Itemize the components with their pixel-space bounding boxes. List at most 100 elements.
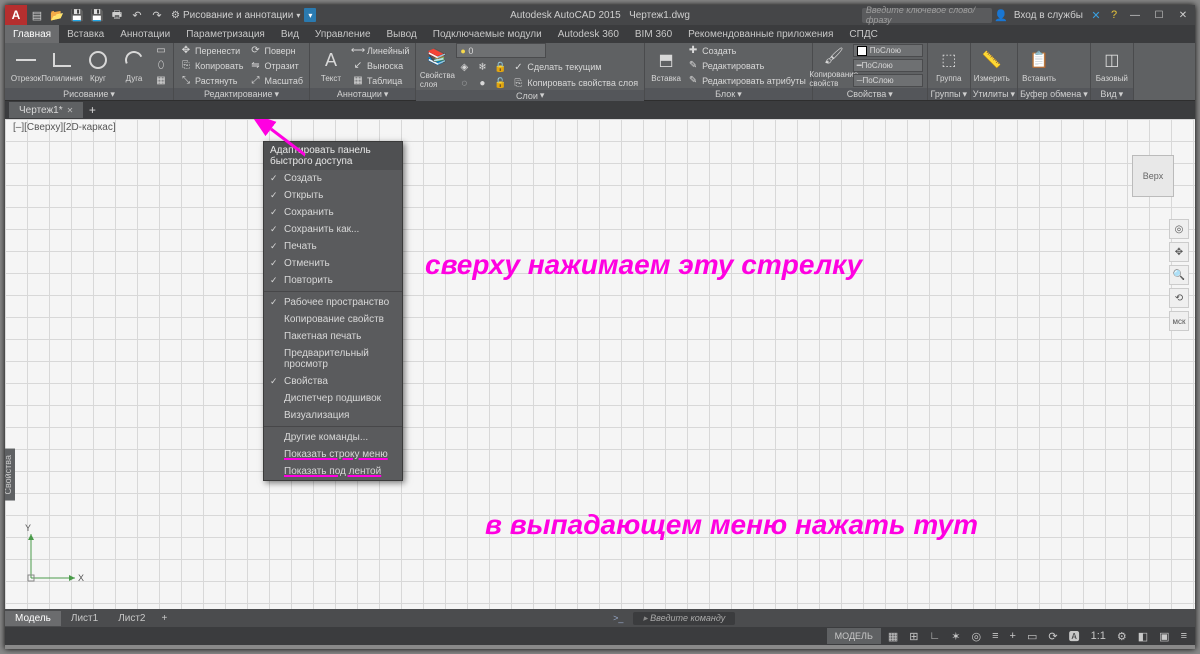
status-dyn-icon[interactable]: + xyxy=(1006,628,1020,644)
tool-paste[interactable]: 📋Вставить xyxy=(1022,48,1056,83)
dropdown-item[interactable]: Показать строку меню xyxy=(264,446,402,463)
chevron-down-icon[interactable]: ▾ xyxy=(110,89,115,100)
status-iso-icon[interactable]: ◧ xyxy=(1134,628,1152,644)
tool-insert-block[interactable]: ⬒Вставка xyxy=(649,48,683,83)
tab-home[interactable]: Главная xyxy=(5,25,59,43)
layout-tab-model[interactable]: Модель xyxy=(5,611,61,626)
layer-off-icon[interactable]: ◌ xyxy=(456,76,472,90)
status-anno-icon[interactable]: 🅰 xyxy=(1065,628,1084,644)
status-gear-icon[interactable]: ⚙ xyxy=(1113,628,1131,644)
dropdown-item[interactable]: Открыть xyxy=(264,187,402,204)
status-cycle-icon[interactable]: ⟳ xyxy=(1044,628,1061,644)
status-osnap-icon[interactable]: ◎ xyxy=(968,628,986,644)
tool-measure[interactable]: 📏Измерить xyxy=(975,48,1009,83)
status-lwt-icon[interactable]: ≡ xyxy=(988,628,1002,644)
tab-view[interactable]: Вид xyxy=(273,25,307,43)
tool-rect-icon[interactable]: ▭ xyxy=(153,44,169,58)
dropdown-item[interactable]: Повторить xyxy=(264,272,402,289)
new-icon[interactable]: ▤ xyxy=(27,5,47,25)
workspace-selector[interactable]: ⚙ Рисование и аннотации ▾ ▾ xyxy=(167,5,320,25)
status-grid-icon[interactable]: ▦ xyxy=(884,628,902,644)
tab-spds[interactable]: СПДС xyxy=(841,25,885,43)
layout-tab-2[interactable]: Лист2 xyxy=(108,611,155,626)
app-logo-icon[interactable]: A xyxy=(5,5,27,25)
tool-rotate[interactable]: ⟳Поверн xyxy=(247,44,305,58)
file-tab[interactable]: Чертеж1*✕ xyxy=(9,102,83,118)
tool-leader[interactable]: ↙Выноска xyxy=(350,59,411,73)
dropdown-item[interactable]: Пакетная печать xyxy=(264,328,402,345)
layer-selector[interactable]: ● 0 xyxy=(456,43,546,58)
search-input[interactable]: Введите ключевое слово/фразу xyxy=(862,8,992,23)
tool-match-props[interactable]: 🖌Копирование свойств xyxy=(817,44,851,88)
layer-iso-icon[interactable]: ◈ xyxy=(456,60,472,74)
tab-bim360[interactable]: BIM 360 xyxy=(627,25,680,43)
lineweight-selector[interactable]: ━ ПоСлою xyxy=(853,59,923,72)
login-label[interactable]: Вход в службы xyxy=(1010,10,1087,21)
tool-line[interactable]: Отрезок xyxy=(9,48,43,83)
tool-circle[interactable]: Круг xyxy=(81,48,115,83)
dropdown-item[interactable]: Копирование свойств xyxy=(264,311,402,328)
chevron-down-icon[interactable]: ▾ xyxy=(275,89,280,100)
viewcube-face[interactable]: Верх xyxy=(1132,155,1174,197)
wcs-label[interactable]: мск xyxy=(1169,311,1189,331)
nav-orbit-icon[interactable]: ⟲ xyxy=(1169,288,1189,308)
color-selector[interactable]: ПоСлою xyxy=(853,44,923,57)
status-model-button[interactable]: МОДЕЛЬ xyxy=(827,628,881,644)
nav-wheel-icon[interactable]: ◎ xyxy=(1169,219,1189,239)
tab-annotate[interactable]: Аннотации xyxy=(112,25,178,43)
tab-parametric[interactable]: Параметризация xyxy=(178,25,273,43)
dropdown-item[interactable]: Печать xyxy=(264,238,402,255)
chevron-down-icon[interactable]: ▾ xyxy=(384,89,389,100)
layout-tab-1[interactable]: Лист1 xyxy=(61,611,108,626)
dropdown-item[interactable]: Показать под лентой xyxy=(264,463,402,480)
chevron-down-icon[interactable]: ▾ xyxy=(540,90,545,101)
viewcube[interactable]: Верх xyxy=(1126,149,1180,203)
dropdown-item[interactable]: Диспетчер подшивок xyxy=(264,390,402,407)
dropdown-item[interactable]: Сохранить как... xyxy=(264,221,402,238)
chevron-down-icon[interactable]: ▾ xyxy=(963,89,968,100)
status-ortho-icon[interactable]: ∟ xyxy=(926,628,945,644)
dropdown-item[interactable]: Другие команды... xyxy=(264,429,402,446)
status-polar-icon[interactable]: ✶ xyxy=(947,628,964,644)
status-customize-icon[interactable]: ≡ xyxy=(1177,628,1191,644)
layer-make-current[interactable]: ✓Сделать текущим xyxy=(510,60,603,74)
layer-match[interactable]: ⎘Копировать свойства слоя xyxy=(510,76,640,90)
tool-dim-linear[interactable]: ⟷Линейный xyxy=(350,44,411,58)
layer-on-icon[interactable]: ● xyxy=(474,76,490,90)
tool-mirror[interactable]: ⇋Отразит xyxy=(247,59,305,73)
dropdown-item[interactable]: Создать xyxy=(264,170,402,187)
close-button[interactable]: ✕ xyxy=(1171,5,1195,25)
dropdown-item[interactable]: Визуализация xyxy=(264,407,402,424)
tool-copy[interactable]: ⎘Копировать xyxy=(178,59,245,73)
tool-block-create[interactable]: ✚Создать xyxy=(685,44,808,58)
add-tab-button[interactable]: + xyxy=(83,102,101,118)
chevron-down-icon[interactable]: ▾ xyxy=(1083,89,1088,100)
tab-insert[interactable]: Вставка xyxy=(59,25,112,43)
add-layout-button[interactable]: + xyxy=(156,613,174,624)
chevron-down-icon[interactable]: ▾ xyxy=(1119,89,1124,100)
saveas-icon[interactable]: 💾 xyxy=(87,5,107,25)
tab-a360[interactable]: Autodesk 360 xyxy=(550,25,627,43)
dropdown-item[interactable]: Предварительный просмотр xyxy=(264,345,402,373)
dropdown-item[interactable]: Отменить xyxy=(264,255,402,272)
tab-featured[interactable]: Рекомендованные приложения xyxy=(680,25,841,43)
nav-pan-icon[interactable]: ✥ xyxy=(1169,242,1189,262)
dropdown-item[interactable]: Сохранить xyxy=(264,204,402,221)
tool-text[interactable]: AТекст xyxy=(314,48,348,83)
signin-icon[interactable]: 👤 xyxy=(992,6,1010,24)
tool-stretch[interactable]: ⤡Растянуть xyxy=(178,74,245,88)
dropdown-item[interactable]: Свойства xyxy=(264,373,402,390)
tab-output[interactable]: Вывод xyxy=(379,25,425,43)
qat-dropdown-arrow[interactable]: ▾ xyxy=(304,8,316,22)
status-snap-icon[interactable]: ⊞ xyxy=(905,628,922,644)
viewport-label[interactable]: [–][Сверху][2D-каркас] xyxy=(13,122,116,133)
tool-table[interactable]: ▦Таблица xyxy=(350,74,411,88)
close-tab-icon[interactable]: ✕ xyxy=(67,106,74,115)
tool-arc[interactable]: Дуга xyxy=(117,48,151,83)
layer-lock-icon[interactable]: 🔒 xyxy=(492,60,508,74)
help-icon[interactable]: ? xyxy=(1105,6,1123,24)
dropdown-item[interactable]: Рабочее пространство xyxy=(264,294,402,311)
undo-icon[interactable]: ↶ xyxy=(127,5,147,25)
tool-baseview[interactable]: ◫Базовый xyxy=(1095,48,1129,83)
redo-icon[interactable]: ↷ xyxy=(147,5,167,25)
